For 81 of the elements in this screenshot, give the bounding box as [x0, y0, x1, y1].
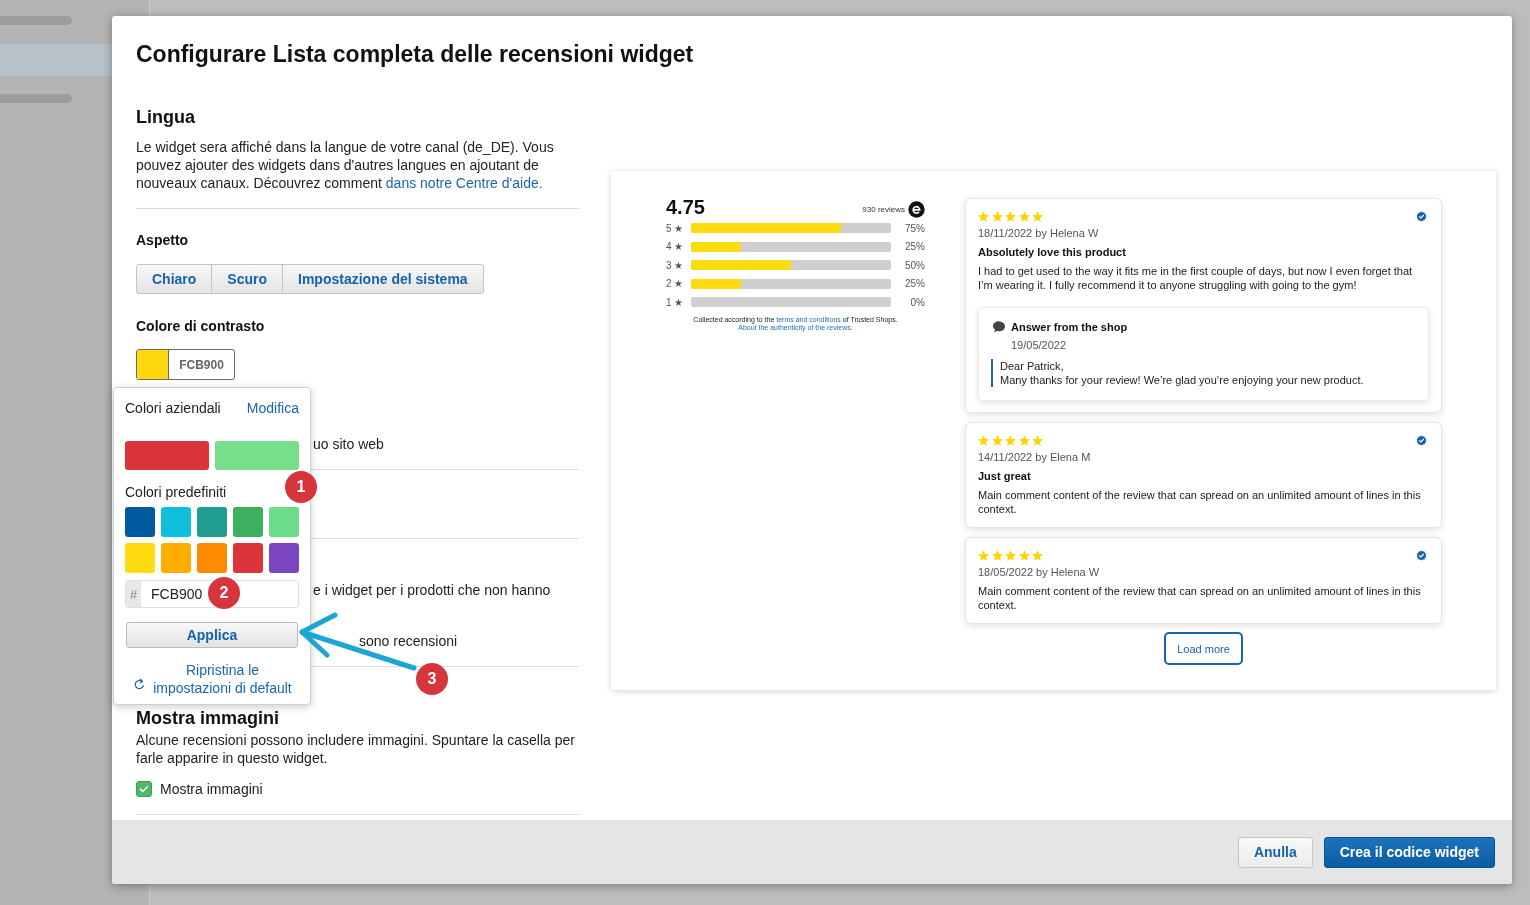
- average-rating: 4.75: [666, 195, 705, 219]
- section-heading: Mostra immagini: [136, 707, 281, 729]
- appearance-tab[interactable]: Chiaro: [136, 264, 213, 294]
- appearance-tab[interactable]: Scuro: [211, 264, 284, 294]
- star-icon: [1032, 549, 1043, 561]
- dialog-title: Configurare Lista completa delle recensioni widget: [136, 40, 694, 68]
- color-swatch-icon[interactable]: [197, 543, 227, 573]
- color-swatch-icon[interactable]: [269, 507, 299, 537]
- rating-label: 5 ★: [666, 222, 685, 234]
- color-swatch-icon[interactable]: [269, 543, 299, 573]
- popup-heading: Colori aziendali: [125, 399, 221, 417]
- section-heading: Lingua: [136, 106, 196, 128]
- option-label: sono recensioni: [359, 632, 458, 650]
- section-description: Alcune recensioni possono includere immagini. Spuntare la casella per farle apparire in questo widget.: [136, 731, 576, 767]
- star-icon: [991, 434, 1003, 446]
- cancel-button[interactable]: Anulla: [1237, 836, 1313, 868]
- option-label: uo sito web: [313, 435, 384, 453]
- star-icon: [991, 549, 1003, 561]
- rating-percent: 0%: [909, 296, 925, 308]
- checkbox[interactable]: [136, 781, 152, 797]
- color-value: FCB900: [178, 356, 225, 374]
- star-icon: [1018, 434, 1030, 446]
- star-icon: [978, 210, 989, 222]
- review-count: 930 reviews: [862, 204, 905, 214]
- review-meta: 14/11/2022 by Elena M: [978, 450, 1092, 464]
- review-title: Absolutely love this product: [978, 245, 1127, 259]
- color-swatch-icon[interactable]: [125, 441, 209, 470]
- star-icon: [1005, 549, 1016, 561]
- checkbox-label: Mostra immagini: [160, 780, 263, 798]
- star-icon: [991, 210, 1003, 222]
- star-icon: [1032, 434, 1043, 446]
- star-icon: [978, 549, 989, 561]
- field-label: Aspetto: [136, 231, 190, 249]
- appearance-tab[interactable]: Impostazione del sistema: [282, 264, 484, 294]
- color-swatch-icon[interactable]: [161, 543, 191, 573]
- review-title: Just great: [978, 469, 1032, 483]
- star-icon: [1005, 210, 1016, 222]
- star-icon: [978, 434, 989, 446]
- section-description: Le widget sera affiché dans la langue de votre canal (de_DE). Vous pouvez ajouter des widgets dans d'autres langues en ajoutant de nouveaux canaux. Découvrez comment dans notre Centre d'aide.: [136, 138, 555, 192]
- reply-heading: Answer from the shop: [1011, 320, 1128, 334]
- help-center-link[interactable]: dans notre Centre d'aide.: [385, 175, 543, 191]
- star-icon: [1018, 210, 1030, 222]
- load-more-button[interactable]: Load more: [1164, 632, 1243, 665]
- star-icon: [1005, 434, 1016, 446]
- edit-link[interactable]: Modifica: [246, 399, 299, 417]
- color-swatch-icon[interactable]: [197, 507, 227, 537]
- color-swatch-icon[interactable]: [215, 441, 299, 470]
- seal-logo-icon: [908, 200, 925, 218]
- create-code-button[interactable]: Crea il codice widget: [1323, 836, 1495, 868]
- color-swatch-icon[interactable]: [233, 543, 263, 573]
- refresh-icon[interactable]: [133, 677, 146, 691]
- rating-label: 3 ★: [666, 259, 685, 271]
- star-icon: [1032, 210, 1043, 222]
- color-swatch-icon[interactable]: [161, 507, 191, 537]
- field-label: Colore di contrasto: [136, 317, 266, 335]
- rating-percent: 25%: [904, 278, 925, 290]
- rating-percent: 25%: [904, 241, 925, 253]
- apply-button[interactable]: Applica: [126, 622, 298, 648]
- color-swatch-icon[interactable]: [233, 507, 263, 537]
- rating-label: 2 ★: [666, 278, 685, 290]
- color-select-button[interactable]: FCB900: [136, 349, 235, 380]
- option-label: e i widget per i prodotti che non hanno: [313, 581, 551, 599]
- popup-heading: Colori predefiniti: [125, 483, 227, 501]
- hash-prefix: #: [126, 581, 141, 607]
- reply-text: Dear Patrick,: [1000, 359, 1064, 373]
- speech-bubble-icon: [993, 321, 1005, 333]
- rating-percent: 75%: [904, 222, 925, 234]
- rating-percent: 50%: [904, 259, 925, 271]
- reply-text: Many thanks for your review! We’re glad you’re enjoying your new product.: [1000, 373, 1364, 387]
- reply-date: 19/05/2022: [1011, 338, 1067, 352]
- star-icon: [1018, 549, 1030, 561]
- review-text: I had to get used to the way it fits me in the first couple of days, but now I even forget that I’m wearing it. I fully recommend it to anyone struggling with going to the gym!: [978, 264, 1414, 292]
- rating-label: 1 ★: [666, 296, 685, 308]
- review-text: Main comment content of the review that can spread on an unlimited amount of lines in this context.: [978, 488, 1422, 516]
- color-swatch-icon[interactable]: [125, 507, 155, 537]
- reset-defaults-link[interactable]: Ripristina le impostazioni di default: [146, 661, 299, 697]
- review-meta: 18/11/2022 by Helena W: [978, 226, 1100, 240]
- review-text: Main comment content of the review that can spread on an unlimited amount of lines in this context.: [978, 584, 1422, 612]
- color-swatch-icon[interactable]: [125, 543, 155, 573]
- review-meta: 18/05/2022 by Helena W: [978, 565, 1101, 579]
- rating-label: 4 ★: [666, 241, 685, 253]
